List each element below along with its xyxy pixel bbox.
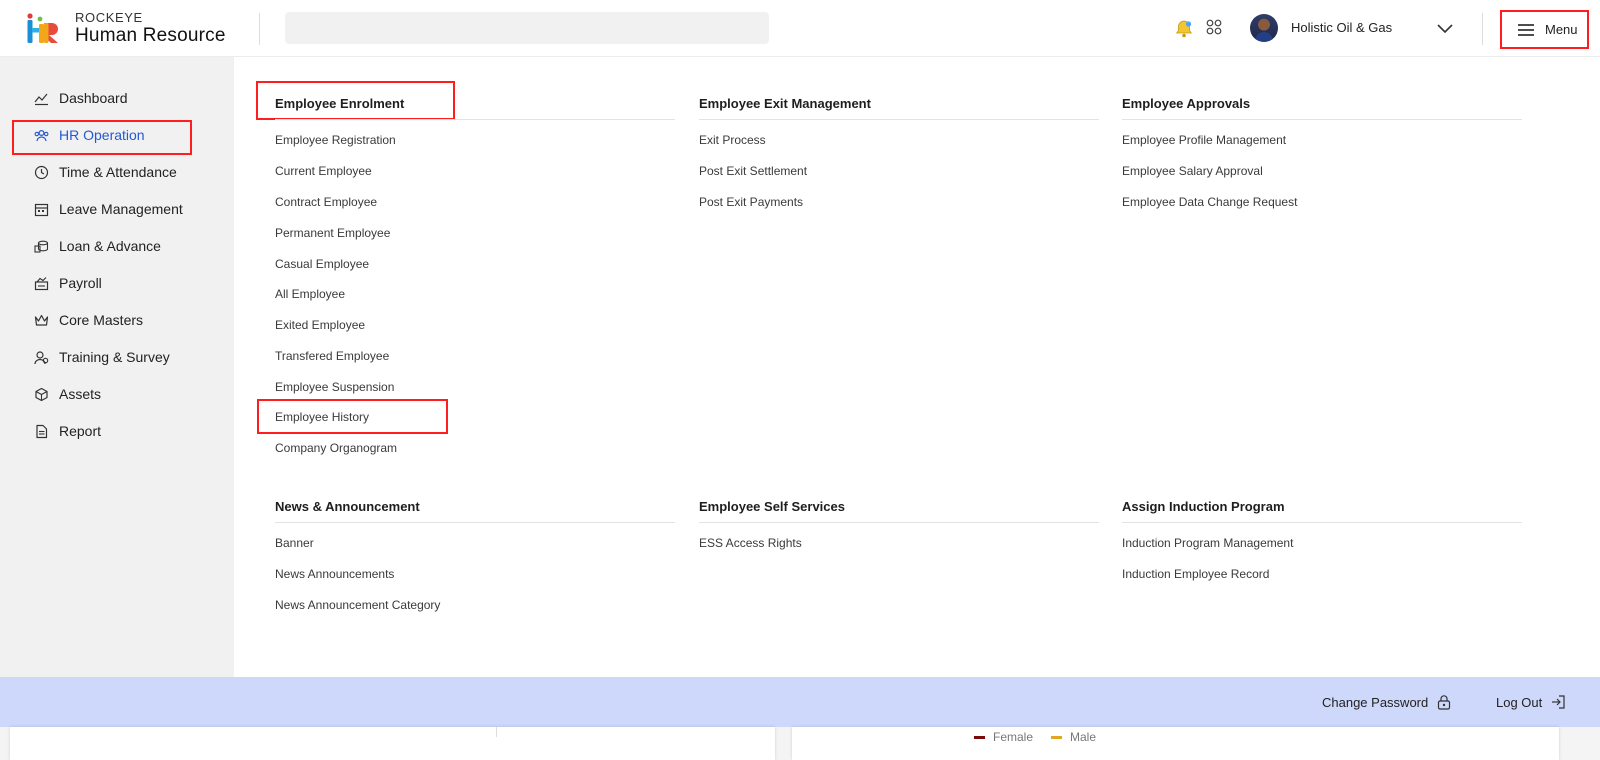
sidebar-item-hr-operation[interactable]: HR Operation	[0, 121, 234, 149]
hr-operation-icon	[34, 129, 49, 141]
link-exited-employee[interactable]: Exited Employee	[275, 318, 365, 332]
sidebar-item-label: Payroll	[59, 275, 102, 291]
hr-operation-menu: Employee Enrolment Employee Registration…	[234, 57, 1600, 677]
dashboard-card	[792, 727, 1559, 760]
sidebar-item-core-masters[interactable]: Core Masters	[0, 306, 234, 334]
sidebar-item-label: Core Masters	[59, 312, 144, 328]
section-title-assign-induction-program: Assign Induction Program	[1122, 499, 1285, 514]
change-password-button[interactable]: Change Password	[1322, 694, 1452, 710]
cube-icon	[35, 387, 48, 401]
link-contract-employee[interactable]: Contract Employee	[275, 195, 377, 209]
menu-label: Menu	[1545, 22, 1578, 37]
link-employee-suspension[interactable]: Employee Suspension	[275, 380, 394, 394]
sidebar-item-label: Report	[59, 423, 102, 439]
link-employee-profile-management[interactable]: Employee Profile Management	[1122, 133, 1286, 147]
link-employee-data-change-request[interactable]: Employee Data Change Request	[1122, 195, 1297, 209]
link-transfered-employee[interactable]: Transfered Employee	[275, 349, 389, 363]
link-post-exit-settlement[interactable]: Post Exit Settlement	[699, 164, 807, 178]
sidebar-item-label: Loan & Advance	[59, 238, 161, 254]
legend-label-male: Male	[1070, 730, 1097, 744]
link-employee-history[interactable]: Employee History	[275, 410, 369, 424]
people-icon	[34, 350, 49, 364]
chevron-down-icon[interactable]	[1436, 20, 1454, 36]
brand: ROCKEYE Human Resource	[75, 11, 226, 45]
legend-swatch-male	[1051, 735, 1063, 739]
link-news-announcement-category[interactable]: News Announcement Category	[275, 598, 440, 612]
dashboard-icon	[34, 93, 48, 105]
sidebar-item-training-survey[interactable]: Training & Survey	[0, 343, 234, 371]
menu-button[interactable]: Menu	[1500, 10, 1589, 49]
search-input[interactable]	[285, 12, 769, 44]
section-divider	[275, 119, 675, 120]
sidebar-item-payroll[interactable]: Payroll	[0, 269, 234, 297]
dashboard-card	[10, 727, 775, 760]
bell-icon[interactable]	[1174, 19, 1194, 39]
sidebar-item-report[interactable]: Report	[0, 417, 234, 445]
link-ess-access-rights[interactable]: ESS Access Rights	[699, 536, 802, 550]
section-divider	[275, 522, 675, 523]
link-current-employee[interactable]: Current Employee	[275, 164, 372, 178]
link-all-employee[interactable]: All Employee	[275, 287, 345, 301]
link-exit-process[interactable]: Exit Process	[699, 133, 766, 147]
chart-legend: Female Male	[974, 730, 1096, 744]
header-divider	[1482, 13, 1483, 45]
section-title-employee-self-services: Employee Self Services	[699, 499, 845, 514]
company-name[interactable]: Holistic Oil & Gas	[1291, 20, 1392, 35]
link-induction-program-management[interactable]: Induction Program Management	[1122, 536, 1293, 550]
sidebar-item-leave-management[interactable]: Leave Management	[0, 195, 234, 223]
lock-icon	[1438, 695, 1451, 710]
logout-icon	[1552, 695, 1565, 709]
hr-logo-icon[interactable]	[26, 13, 60, 45]
sidebar-item-label: Dashboard	[59, 90, 128, 106]
section-title-employee-enrolment: Employee Enrolment	[275, 96, 405, 111]
sidebar-item-label: Assets	[59, 386, 102, 402]
link-casual-employee[interactable]: Casual Employee	[275, 257, 369, 271]
sidebar-item-dashboard[interactable]: Dashboard	[0, 84, 234, 112]
section-divider	[1122, 119, 1522, 120]
section-divider	[1122, 522, 1522, 523]
section-title-employee-exit-management: Employee Exit Management	[699, 96, 871, 111]
legend-label-female: Female	[993, 730, 1034, 744]
section-divider	[699, 522, 1099, 523]
link-company-organogram[interactable]: Company Organogram	[275, 441, 397, 455]
sidebar-item-time-attendance[interactable]: Time & Attendance	[0, 158, 234, 186]
sidebar: Dashboard HR Operation Time & Attendance…	[0, 57, 234, 677]
payroll-icon	[34, 276, 49, 290]
brand-top: ROCKEYE	[75, 10, 143, 25]
link-induction-employee-record[interactable]: Induction Employee Record	[1122, 567, 1269, 581]
section-divider	[699, 119, 1099, 120]
calendar-icon	[34, 203, 49, 216]
sidebar-item-label: Time & Attendance	[59, 164, 177, 180]
change-password-label: Change Password	[1322, 694, 1429, 710]
hamburger-icon	[1518, 23, 1534, 36]
sidebar-item-loan-advance[interactable]: Loan & Advance	[0, 232, 234, 260]
section-title-employee-approvals: Employee Approvals	[1122, 96, 1251, 111]
brand-main: Human Resource	[75, 25, 226, 46]
link-banner[interactable]: Banner	[275, 536, 314, 550]
link-employee-registration[interactable]: Employee Registration	[275, 133, 396, 147]
log-out-button[interactable]: Log Out	[1496, 694, 1566, 710]
avatar[interactable]	[1250, 14, 1278, 42]
header-divider	[259, 13, 260, 45]
link-permanent-employee[interactable]: Permanent Employee	[275, 226, 390, 240]
top-header: ROCKEYE Human Resource Holistic Oil & Ga…	[0, 0, 1600, 57]
legend-swatch-female	[974, 735, 985, 739]
sidebar-item-label: Leave Management	[59, 201, 183, 217]
coins-icon	[34, 240, 49, 253]
document-icon	[36, 424, 48, 438]
section-title-news-announcement: News & Announcement	[275, 499, 420, 514]
link-news-announcements[interactable]: News Announcements	[275, 567, 394, 581]
sidebar-item-assets[interactable]: Assets	[0, 380, 234, 408]
bottom-bar: Change Password Log Out	[0, 677, 1600, 727]
clock-icon	[34, 165, 49, 179]
link-employee-salary-approval[interactable]: Employee Salary Approval	[1122, 164, 1263, 178]
sidebar-item-label: HR Operation	[59, 127, 145, 143]
grid-icon[interactable]	[1206, 19, 1222, 35]
link-post-exit-payments[interactable]: Post Exit Payments	[699, 195, 803, 209]
crown-icon	[34, 314, 49, 326]
card-divider	[496, 727, 497, 737]
log-out-label: Log Out	[1496, 694, 1543, 710]
sidebar-item-label: Training & Survey	[59, 349, 170, 365]
